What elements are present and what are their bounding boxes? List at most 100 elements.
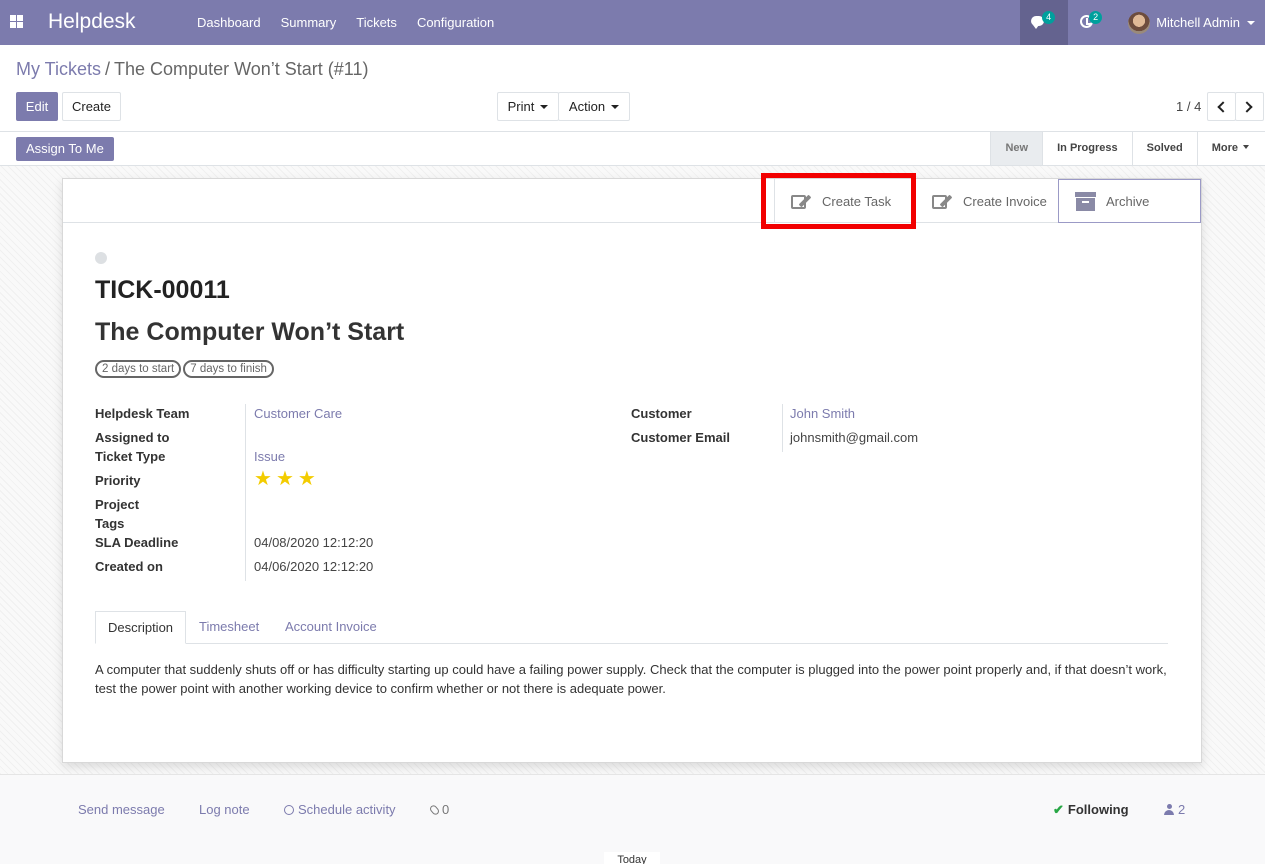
create-button[interactable]: Create — [62, 92, 121, 121]
schedule-activity-button[interactable]: Schedule activity — [284, 802, 396, 817]
print-label: Print — [507, 99, 535, 114]
archive-label: Archive — [1106, 193, 1150, 209]
tab-timesheet[interactable]: Timesheet — [187, 611, 271, 644]
sla-tag: 7 days to finish — [183, 360, 274, 378]
created-on-label: Created on — [95, 559, 163, 574]
menu-configuration[interactable]: Configuration — [417, 15, 494, 30]
pager-previous-button[interactable] — [1207, 92, 1236, 121]
field-divider — [245, 404, 246, 581]
assigned-to-label: Assigned to — [95, 430, 170, 445]
user-name: Mitchell Admin — [1156, 15, 1240, 30]
create-invoice-button[interactable]: Create Invoice — [915, 179, 1058, 223]
paperclip-icon — [428, 803, 441, 817]
chevron-right-icon — [1241, 101, 1253, 113]
following-label: Following — [1067, 802, 1129, 817]
clock-icon — [284, 805, 294, 815]
priority-stars[interactable]: ★ ★ ★ — [254, 469, 320, 489]
customer-email-label: Customer Email — [631, 430, 730, 445]
breadcrumb-current: The Computer Won’t Start (#11) — [114, 59, 369, 79]
ticket-reference: TICK-00011 — [95, 276, 230, 304]
caret-down-icon — [1247, 20, 1255, 25]
breadcrumb: My Tickets / The Computer Won’t Start (#11… — [16, 59, 368, 80]
highlight-annotation-box — [761, 173, 916, 229]
sla-deadline-label: SLA Deadline — [95, 535, 179, 550]
notebook-tabs: Description Timesheet Account Invoice — [95, 611, 1168, 644]
create-invoice-label: Create Invoice — [963, 193, 1047, 209]
star-icon[interactable]: ★ — [254, 469, 272, 489]
user-icon — [1164, 804, 1174, 815]
send-message-button[interactable]: Send message — [78, 802, 165, 817]
sla-tags: 2 days to start 7 days to finish — [95, 360, 276, 378]
kanban-state-indicator[interactable] — [95, 252, 107, 264]
log-note-button[interactable]: Log note — [199, 802, 250, 817]
smart-button-box: Create Task Create Invoice Archive — [63, 179, 1201, 223]
ticket-type-label: Ticket Type — [95, 449, 166, 464]
menu-summary[interactable]: Summary — [281, 15, 337, 30]
assign-to-me-button[interactable]: Assign To Me — [16, 137, 114, 161]
breadcrumb-separator: / — [105, 59, 111, 79]
priority-label: Priority — [95, 473, 141, 488]
print-button[interactable]: Print — [497, 92, 559, 121]
edit-button[interactable]: Edit — [16, 92, 58, 121]
menu-dashboard[interactable]: Dashboard — [197, 15, 261, 30]
statusbar: Assign To Me New In Progress Solved More — [0, 131, 1265, 166]
sla-tag: 2 days to start — [95, 360, 182, 378]
stage-new[interactable]: New — [990, 132, 1043, 165]
caret-down-icon — [540, 105, 549, 109]
today-separator: Today — [604, 852, 660, 864]
stage-in-progress[interactable]: In Progress — [1042, 132, 1132, 165]
breadcrumb-my-tickets[interactable]: My Tickets — [16, 59, 101, 79]
edit-icon — [932, 193, 953, 210]
top-navbar: Helpdesk Dashboard Summary Tickets Confi… — [0, 0, 1265, 45]
project-label: Project — [95, 497, 140, 512]
main-menu: Dashboard Summary Tickets Configuration — [197, 15, 514, 30]
ticket-title: The Computer Won’t Start — [95, 318, 405, 346]
tab-account-invoice[interactable]: Account Invoice — [273, 611, 389, 644]
helpdesk-team-label: Helpdesk Team — [95, 406, 190, 421]
star-icon[interactable]: ★ — [276, 469, 294, 489]
description-text[interactable]: A computer that suddenly shuts off or ha… — [95, 660, 1175, 698]
activities-badge: 2 — [1089, 11, 1103, 24]
user-menu[interactable]: Mitchell Admin — [1116, 0, 1265, 45]
pager-value[interactable]: 1 / 4 — [1176, 99, 1201, 114]
ticket-type-value[interactable]: Issue — [254, 449, 285, 464]
pager-next-button[interactable] — [1235, 92, 1264, 121]
tab-description[interactable]: Description — [95, 611, 187, 644]
attachments-button[interactable]: 0 — [428, 802, 450, 817]
archive-button[interactable]: Archive — [1058, 179, 1201, 223]
app-name[interactable]: Helpdesk — [48, 10, 136, 34]
stage-pipeline: New In Progress Solved More — [990, 132, 1263, 165]
following-button[interactable]: ✔ Following — [1053, 802, 1129, 818]
chatter: Send message Log note Schedule activity … — [0, 774, 1265, 864]
star-icon[interactable]: ★ — [298, 469, 316, 489]
messages-badge: 4 — [1042, 11, 1056, 24]
followers-count: 2 — [1178, 802, 1186, 817]
caret-down-icon — [1243, 145, 1249, 149]
sla-deadline-value: 04/08/2020 12:12:20 — [254, 535, 374, 550]
archive-icon — [1075, 191, 1096, 211]
check-icon: ✔ — [1053, 802, 1064, 817]
tags-label: Tags — [95, 516, 125, 531]
customer-value[interactable]: John Smith — [790, 406, 855, 421]
navbar-right: 4 2 Mitchell Admin — [1020, 0, 1265, 45]
messages-button[interactable]: 4 — [1020, 0, 1069, 45]
followers-button[interactable]: 2 — [1164, 802, 1185, 817]
field-divider — [782, 404, 783, 452]
caret-down-icon — [611, 105, 620, 109]
schedule-activity-label: Schedule activity — [298, 802, 396, 817]
action-button[interactable]: Action — [558, 92, 630, 121]
chevron-left-icon — [1217, 101, 1229, 113]
customer-label: Customer — [631, 406, 692, 421]
created-on-value: 04/06/2020 12:12:20 — [254, 559, 374, 574]
activities-button[interactable]: 2 — [1068, 0, 1116, 45]
stage-more-dropdown[interactable]: More — [1196, 132, 1263, 165]
apps-menu-icon[interactable] — [10, 15, 23, 28]
helpdesk-team-value[interactable]: Customer Care — [254, 406, 342, 421]
more-label: More — [1211, 142, 1238, 154]
stage-solved[interactable]: Solved — [1131, 132, 1197, 165]
avatar — [1128, 11, 1151, 34]
action-label: Action — [568, 99, 606, 114]
customer-email-value: johnsmith@gmail.com — [790, 430, 919, 445]
attachments-count: 0 — [442, 802, 450, 817]
menu-tickets[interactable]: Tickets — [356, 15, 397, 30]
